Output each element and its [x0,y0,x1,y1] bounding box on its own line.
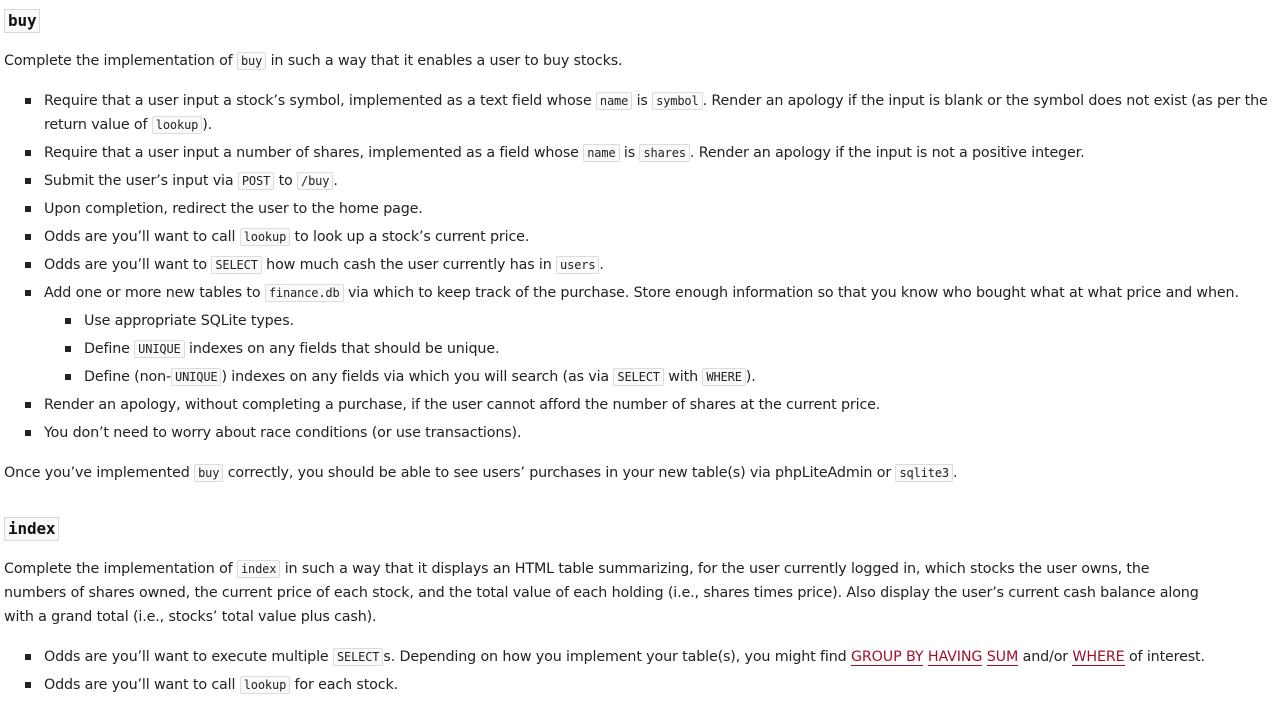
text-span: Complete the implementation of [4,561,237,577]
buy-requirements-list: Require that a user input a stock’s symb… [4,89,1271,449]
text-span: in such a way that it enables a user to … [266,53,623,69]
inline-code: POST [237,172,275,190]
text-span: is [619,145,640,161]
text-span: Once you’ve implemented [4,465,195,481]
inline-code: UNIQUE [134,340,185,358]
text-span: Submit the user’s input via [44,173,238,189]
inline-code: symbol [652,92,703,110]
list-item: Odds are you’ll want to SELECT how much … [4,253,1271,277]
group-by-link[interactable]: GROUP BY [850,649,924,666]
text-span: with [663,369,703,385]
text-span: indexes on any fields that should be uni… [184,341,500,357]
inline-code: SELECT [211,256,262,274]
text-span: s. Depending on how you implement your t… [383,649,851,665]
text-span: . [953,465,958,481]
inline-code: name [595,92,633,110]
nested-list-item: Use appropriate SQLite types. [44,309,1271,333]
text-span: Define [84,341,135,357]
nested-list-item: Define UNIQUE indexes on any fields that… [44,337,1271,361]
text-span: ). [745,369,756,385]
buy-intro-paragraph: Complete the implementation of buy in su… [4,49,623,73]
text-span: to [274,173,298,189]
inline-code: SELECT [332,648,384,666]
index-hints-list: Odds are you’ll want to execute multiple… [4,645,1271,701]
text-span: how much cash the user currently has in [261,257,557,273]
text-span: Odds are you’ll want to execute multiple [44,649,333,665]
text-span: index [4,517,60,541]
text-span: ). [202,117,213,133]
text-span: Require that a user input a number of sh… [44,145,584,161]
text-span: . [333,173,338,189]
text-span: Odds are you’ll want to call [44,229,240,245]
text-span: . Render an apology if the input is not … [689,145,1085,161]
inline-code: lookup [151,116,203,134]
index-section-heading: index [4,517,60,541]
text-span: Add one or more new tables to [44,285,265,301]
inline-code: /buy [297,172,334,190]
text-span: is [632,93,653,109]
text-span: of interest. [1124,649,1205,665]
text-span: buy [4,9,41,33]
text-span: Use appropriate SQLite types. [84,313,294,329]
nested-list-item: Define (non- UNIQUE) indexes on any field… [44,365,1271,389]
inline-code: buy [194,464,224,482]
text-span: correctly, you should be able to see use… [223,465,896,481]
inline-code: WHERE [702,368,746,386]
text-span: Upon completion, redirect the user to th… [44,201,423,217]
list-item: Odds are you’ll want to call lookup to l… [4,225,1271,249]
text-span: via which to keep track of the purchase.… [343,285,1239,301]
inline-code: name [583,144,620,162]
buy-outro-paragraph: Once you’ve implemented buy correctly, y… [4,461,958,485]
inline-code: buy [236,52,267,70]
list-item: Submit the user’s input via POST to /buy… [4,169,1271,193]
text-span: Odds are you’ll want to [44,257,212,273]
list-item: Upon completion, redirect the user to th… [4,197,1271,221]
inline-code: lookup [239,228,291,246]
nested-list: Use appropriate SQLite types. Define UNI… [44,309,1271,389]
inline-code: sqlite3 [895,464,953,482]
list-item: Require that a user input a number of sh… [4,141,1271,165]
text-span: Define (non- [84,369,172,385]
inline-code: index [236,560,281,578]
text-span: Require that a user input a stock’s symb… [44,93,596,109]
having-link[interactable]: HAVING [927,649,982,666]
list-item: Require that a user input a stock’s symb… [4,89,1271,137]
text-span: and/or [1018,649,1073,665]
text-span: Odds are you’ll want to call [44,677,240,693]
text-span: . [599,257,604,273]
inline-code: users [556,256,600,274]
text-span: Complete the implementation of [4,53,237,69]
inline-code: finance.db [264,284,344,302]
text-span: You don’t need to worry about race condi… [44,425,522,441]
list-item: Odds are you’ll want to call lookup for … [4,673,1271,697]
buy-section-heading: buy [4,9,41,33]
where-link[interactable]: WHERE [1072,649,1125,666]
list-item: Add one or more new tables to finance.db… [4,281,1271,389]
inline-code: SELECT [613,368,664,386]
sum-link[interactable]: SUM [986,649,1018,666]
inline-code: shares [639,144,690,162]
list-item: You don’t need to worry about race condi… [4,421,1271,445]
list-item: Render an apology, without completing a … [4,393,1271,417]
inline-code: UNIQUE [171,368,222,386]
text-span: ) indexes on any fields via which you wi… [221,369,614,385]
text-span: for each stock. [290,677,399,693]
text-span: to look up a stock’s current price. [290,229,530,245]
text-span: Render an apology, without completing a … [44,397,881,413]
index-intro-paragraph: Complete the implementation of index in … [4,557,1211,629]
list-item: Odds are you’ll want to execute multiple… [4,645,1271,669]
inline-code: lookup [239,676,291,694]
